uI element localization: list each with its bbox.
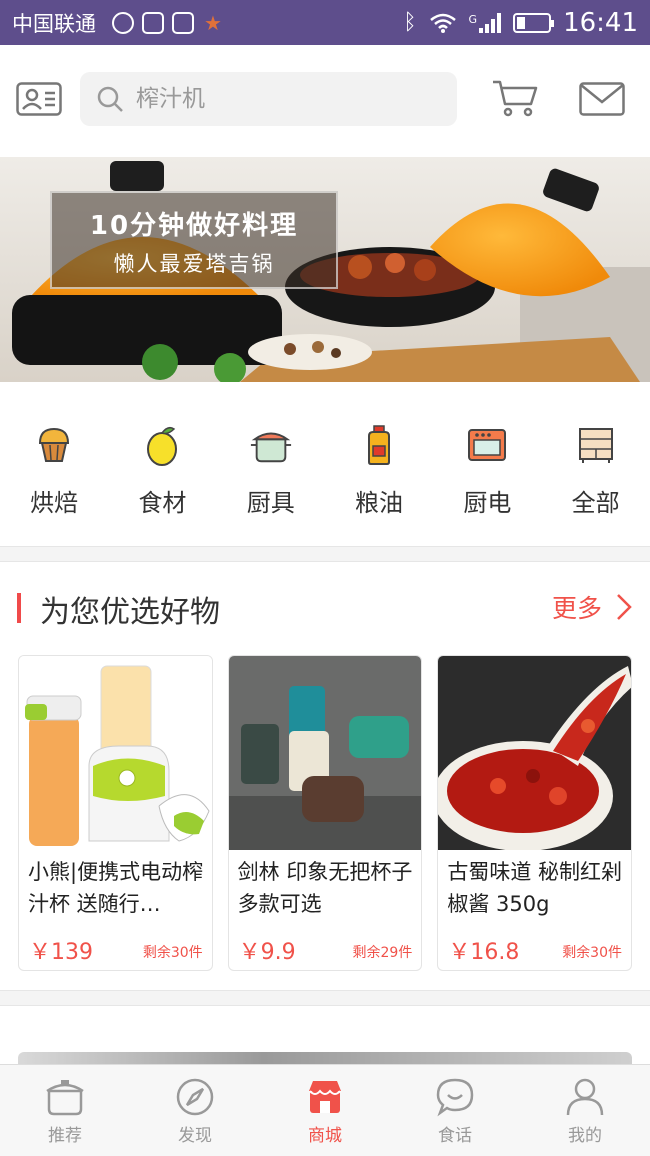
banner-caption: 10分钟做好料理 懒人最爱塔吉锅 <box>50 191 338 289</box>
more-label: 更多 <box>551 594 602 623</box>
bluetooth-icon: ᛒ <box>403 10 417 35</box>
network-type: G <box>468 12 478 26</box>
product-stock: 剩余30件 <box>142 945 203 961</box>
category-label: 厨电 <box>463 489 512 517</box>
id-card-icon <box>16 82 62 116</box>
product-price: ￥139 <box>29 940 93 965</box>
category-cookware[interactable]: 厨具 <box>217 423 325 523</box>
category-label: 食材 <box>138 489 187 517</box>
product-card[interactable]: 剑林 印象无把杯子 多款可选 ￥9.9 剩余29件 <box>227 655 423 971</box>
banner-title: 10分钟做好料理 <box>89 211 299 241</box>
notification-icon <box>112 11 134 34</box>
category-label: 全部 <box>571 489 620 517</box>
cups-product-image <box>228 656 422 850</box>
section-divider <box>0 990 650 1006</box>
tab-profile[interactable]: 我的 <box>520 1065 650 1156</box>
carrier-name: 中国联通 <box>12 11 96 36</box>
top-header <box>0 45 650 155</box>
app-notification-icon <box>142 11 164 34</box>
juicer-product-image <box>19 656 212 850</box>
tab-label: 食话 <box>438 1126 472 1146</box>
tab-label: 推荐 <box>48 1126 82 1146</box>
cart-icon <box>493 80 538 117</box>
member-card-button[interactable] <box>16 81 62 117</box>
battery-icon <box>513 12 555 33</box>
category-ingredients[interactable]: 食材 <box>108 423 216 523</box>
tab-recommend[interactable]: 推荐 <box>0 1065 130 1156</box>
muffin-icon <box>32 423 76 467</box>
oven-icon <box>465 423 509 467</box>
tab-mall[interactable]: 商城 <box>260 1065 390 1156</box>
category-nav: 烘焙 食材 厨具 粮油 厨电 全部 <box>0 423 650 523</box>
product-card[interactable]: 小熊|便携式电动榨汁杯 送随行… ￥139 剩余30件 <box>18 655 213 971</box>
product-list: 小熊|便携式电动榨汁杯 送随行… ￥139 剩余30件 剑林 印象无把杯子 多款… <box>18 655 633 971</box>
more-link[interactable]: 更多 <box>552 589 632 625</box>
banner-subtitle: 懒人最爱塔吉锅 <box>113 252 275 276</box>
chat-bubble-icon <box>436 1078 474 1117</box>
chevron-right-icon <box>617 594 632 620</box>
mail-icon <box>579 82 625 116</box>
tab-label: 我的 <box>568 1126 602 1146</box>
status-bar: 中国联通 ★ ᛒ G 16:41 <box>0 0 650 45</box>
search-icon <box>97 86 123 112</box>
star-notification-icon: ★ <box>204 10 222 35</box>
person-icon <box>566 1078 604 1116</box>
oil-bottle-icon <box>357 423 401 467</box>
category-label: 烘焙 <box>30 489 79 517</box>
category-all[interactable]: 全部 <box>541 423 649 523</box>
product-name: 剑林 印象无把杯子 多款可选 <box>237 860 413 916</box>
lemon-icon <box>140 423 184 467</box>
tab-label: 商城 <box>308 1126 342 1146</box>
category-baking[interactable]: 烘焙 <box>0 423 108 523</box>
cart-button[interactable] <box>490 77 540 119</box>
category-appliances[interactable]: 厨电 <box>433 423 541 523</box>
category-grain-oil[interactable]: 粮油 <box>325 423 433 523</box>
search-box[interactable] <box>80 72 457 126</box>
search-input[interactable] <box>136 86 436 112</box>
pot-icon <box>249 423 293 467</box>
product-name: 小熊|便携式电动榨汁杯 送随行… <box>28 860 204 916</box>
product-stock: 剩余29件 <box>352 945 413 961</box>
section-title: 为您优选好物 <box>40 595 220 630</box>
messages-button[interactable] <box>578 81 626 117</box>
chili-sauce-product-image <box>438 656 632 850</box>
bottom-tab-bar: 推荐 发现 商城 食话 我的 <box>0 1064 650 1156</box>
hand-notification-icon <box>172 11 194 34</box>
clock-time: 16:41 <box>563 7 638 38</box>
wifi-icon <box>429 13 456 33</box>
pot-outline-icon <box>46 1080 84 1116</box>
product-card[interactable]: 古蜀味道 秘制红剁椒酱 350g ￥16.8 剩余30件 <box>437 655 633 971</box>
featured-section-header: 为您优选好物 更多 <box>0 585 650 635</box>
product-price: ￥9.9 <box>238 940 296 965</box>
section-divider <box>0 546 650 562</box>
signal-icon <box>479 12 502 33</box>
section-accent-bar <box>17 593 21 623</box>
category-label: 粮油 <box>355 489 404 517</box>
tab-food-talk[interactable]: 食话 <box>390 1065 520 1156</box>
compass-icon <box>176 1078 214 1116</box>
tab-discover[interactable]: 发现 <box>130 1065 260 1156</box>
promo-banner[interactable]: 10分钟做好料理 懒人最爱塔吉锅 <box>0 157 650 382</box>
tab-label: 发现 <box>178 1126 212 1146</box>
category-label: 厨具 <box>246 489 295 517</box>
shop-icon <box>309 1081 341 1113</box>
cabinet-icon <box>574 423 618 467</box>
product-price: ￥16.8 <box>448 940 520 965</box>
product-name: 古蜀味道 秘制红剁椒酱 350g <box>447 860 623 916</box>
product-stock: 剩余30件 <box>562 945 623 961</box>
